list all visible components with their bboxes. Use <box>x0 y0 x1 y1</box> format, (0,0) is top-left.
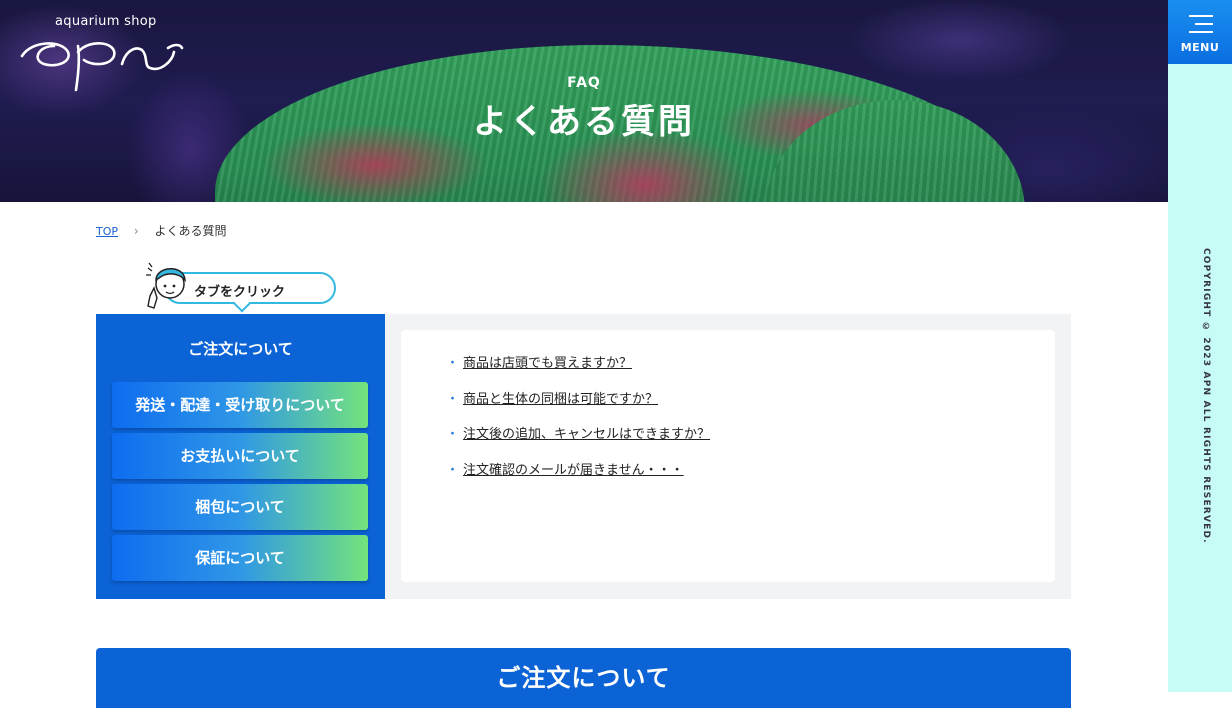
question-list-card: ・商品は店頭でも買えますか？ ・商品と生体の同梱は可能ですか？ ・注文後の追加、… <box>401 330 1055 582</box>
section-title: ご注文について <box>496 664 671 692</box>
menu-button[interactable]: MENU <box>1168 0 1232 64</box>
hero-subtitle: FAQ <box>567 75 601 91</box>
bullet-icon: ・ <box>446 391 460 407</box>
logo-tagline: aquarium shop <box>55 14 157 29</box>
list-item: ・商品は店頭でも買えますか？ <box>446 355 710 391</box>
breadcrumb: TOP › よくある質問 <box>96 222 227 239</box>
tab-warranty[interactable]: 保証について <box>112 535 368 581</box>
breadcrumb-current: よくある質問 <box>154 224 227 238</box>
list-item: ・注文後の追加、キャンセルはできますか？ <box>446 426 710 462</box>
hint-text: タブをクリック <box>194 285 286 300</box>
person-pointing-icon <box>146 262 186 309</box>
bullet-icon: ・ <box>446 462 460 478</box>
list-item: ・商品と生体の同梱は可能ですか？ <box>446 391 710 427</box>
chevron-right-icon: › <box>133 224 139 238</box>
tab-shipping[interactable]: 発送・配達・受け取りについて <box>112 382 368 428</box>
hamburger-icon <box>1189 15 1213 39</box>
section-header: ご注文について <box>96 648 1071 708</box>
breadcrumb-home-link[interactable]: TOP <box>96 225 118 238</box>
tab-order[interactable]: ご注文について <box>96 338 385 359</box>
question-link[interactable]: 注文確認のメールが届きません・・・ <box>463 463 684 478</box>
menu-label: MENU <box>1180 41 1220 54</box>
tab-packing[interactable]: 梱包について <box>112 484 368 530</box>
faq-tab-panel: ご注文について 発送・配達・受け取りについて お支払いについて 梱包について 保… <box>96 314 385 599</box>
copyright-text: COPYRIGHT © 2023 APN ALL RIGHTS RESERVED… <box>1201 248 1211 544</box>
question-link[interactable]: 注文後の追加、キャンセルはできますか？ <box>463 427 710 442</box>
page-title: よくある質問 <box>473 102 695 142</box>
question-link[interactable]: 商品は店頭でも買えますか？ <box>463 356 632 371</box>
question-list: ・商品は店頭でも買えますか？ ・商品と生体の同梱は可能ですか？ ・注文後の追加、… <box>446 355 710 497</box>
tab-payment[interactable]: お支払いについて <box>112 433 368 479</box>
bullet-icon: ・ <box>446 356 460 371</box>
list-item: ・注文確認のメールが届きません・・・ <box>446 462 710 498</box>
hero-banner: aquarium shop FAQ よくある質問 <box>0 0 1168 202</box>
bullet-icon: ・ <box>446 427 460 442</box>
question-link[interactable]: 商品と生体の同梱は可能ですか？ <box>463 392 658 407</box>
faq-content: ・商品は店頭でも買えますか？ ・商品と生体の同梱は可能ですか？ ・注文後の追加、… <box>385 314 1071 599</box>
